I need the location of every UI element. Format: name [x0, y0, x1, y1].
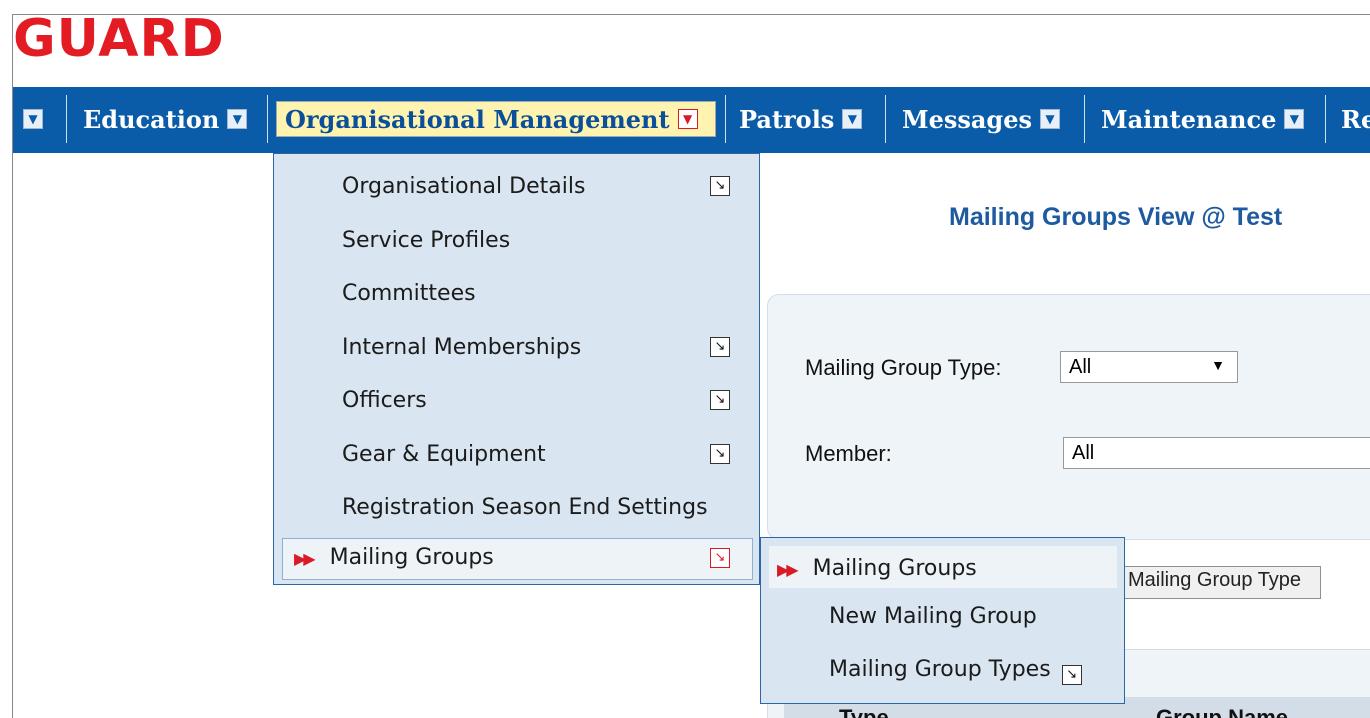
double-arrow-icon: ▶▶ — [294, 549, 316, 568]
nav-item-maintenance[interactable]: Maintenance ▼ — [1093, 101, 1312, 137]
filter-panel — [767, 294, 1370, 540]
main-navbar: ▼ Education ▼ Organisational Management … — [13, 87, 1370, 153]
nav-label: Patrols — [739, 104, 835, 134]
nav-separator — [1325, 95, 1326, 143]
nav-item-patrols[interactable]: Patrols ▼ — [731, 101, 870, 137]
submenu-arrow-icon[interactable]: ↘ — [710, 548, 730, 568]
nav-separator — [66, 95, 67, 143]
nav-label: Re — [1341, 104, 1370, 134]
member-select[interactable]: All — [1063, 437, 1370, 469]
submenu-arrow-icon[interactable]: ↘ — [710, 444, 730, 464]
nav-item-organisational-management[interactable]: Organisational Management ▼ — [276, 101, 716, 137]
page-frame: GUARD ▼ Education ▼ Organisational Manag… — [12, 14, 1370, 718]
nav-separator — [267, 95, 268, 143]
chevron-down-icon[interactable]: ▼ — [23, 109, 43, 129]
nav-separator — [885, 95, 886, 143]
submenu-item-mailing-group-types[interactable]: Mailing Group Types ↘ — [829, 657, 1082, 685]
menu-item-internal-memberships[interactable]: Internal Memberships — [342, 335, 581, 360]
menu-item-label: Mailing Groups — [329, 545, 494, 570]
nav-separator — [1084, 95, 1085, 143]
menu-item-gear-equipment[interactable]: Gear & Equipment — [342, 442, 546, 467]
column-header-type: Type — [839, 705, 889, 718]
nav-item-messages[interactable]: Messages ▼ — [894, 101, 1068, 137]
mailing-group-type-select[interactable]: All ▼ — [1060, 351, 1238, 383]
nav-label: Organisational Management — [285, 104, 670, 134]
nav-separator — [725, 95, 726, 143]
menu-item-committees[interactable]: Committees — [342, 281, 476, 306]
menu-item-officers[interactable]: Officers — [342, 388, 427, 413]
menu-item-mailing-groups[interactable]: ▶▶ Mailing Groups — [294, 545, 494, 570]
nav-label: Education — [83, 104, 220, 134]
nav-label: Maintenance — [1101, 104, 1277, 134]
mailing-group-type-label: Mailing Group Type: — [805, 355, 1002, 380]
chevron-down-icon[interactable]: ▼ — [677, 109, 698, 129]
menu-item-registration-season-end-settings[interactable]: Registration Season End Settings — [342, 495, 708, 520]
submenu-arrow-icon[interactable]: ↘ — [1061, 665, 1082, 685]
mailing-groups-submenu: ▶▶ Mailing Groups New Mailing Group Mail… — [760, 537, 1125, 704]
menu-item-service-profiles[interactable]: Service Profiles — [342, 228, 510, 253]
nav-item-re[interactable]: Re — [1333, 101, 1370, 137]
column-header-group-name: Group Name — [1156, 705, 1289, 718]
nav-item-education[interactable]: Education ▼ — [75, 101, 255, 137]
member-label: Member: — [805, 441, 892, 466]
dropdown-arrow-icon: ▼ — [1211, 357, 1225, 373]
submenu-arrow-icon[interactable]: ↘ — [710, 390, 730, 410]
submenu-arrow-icon[interactable]: ↘ — [710, 176, 730, 196]
chevron-down-icon[interactable]: ▼ — [842, 109, 863, 129]
mailing-group-type-button[interactable]: Mailing Group Type — [1123, 566, 1321, 599]
logo: GUARD — [13, 14, 225, 69]
chevron-down-icon[interactable]: ▼ — [227, 109, 248, 129]
org-management-dropdown: Organisational Details ↘ Service Profile… — [273, 153, 760, 585]
page-title: Mailing Groups View @ Test — [949, 203, 1283, 231]
double-arrow-icon: ▶▶ — [777, 560, 799, 579]
chevron-down-icon[interactable]: ▼ — [1039, 109, 1060, 129]
menu-item-organisational-details[interactable]: Organisational Details — [342, 174, 585, 199]
select-value: All — [1069, 356, 1092, 378]
select-value: All — [1072, 442, 1095, 464]
nav-label: Messages — [902, 104, 1032, 134]
submenu-item-label: Mailing Groups — [812, 556, 977, 581]
submenu-item-mailing-groups[interactable]: ▶▶ Mailing Groups — [777, 556, 977, 581]
chevron-down-icon[interactable]: ▼ — [1284, 109, 1305, 129]
submenu-item-new-mailing-group[interactable]: New Mailing Group — [829, 604, 1037, 629]
submenu-arrow-icon[interactable]: ↘ — [710, 337, 730, 357]
submenu-item-label: Mailing Group Types — [829, 657, 1051, 682]
